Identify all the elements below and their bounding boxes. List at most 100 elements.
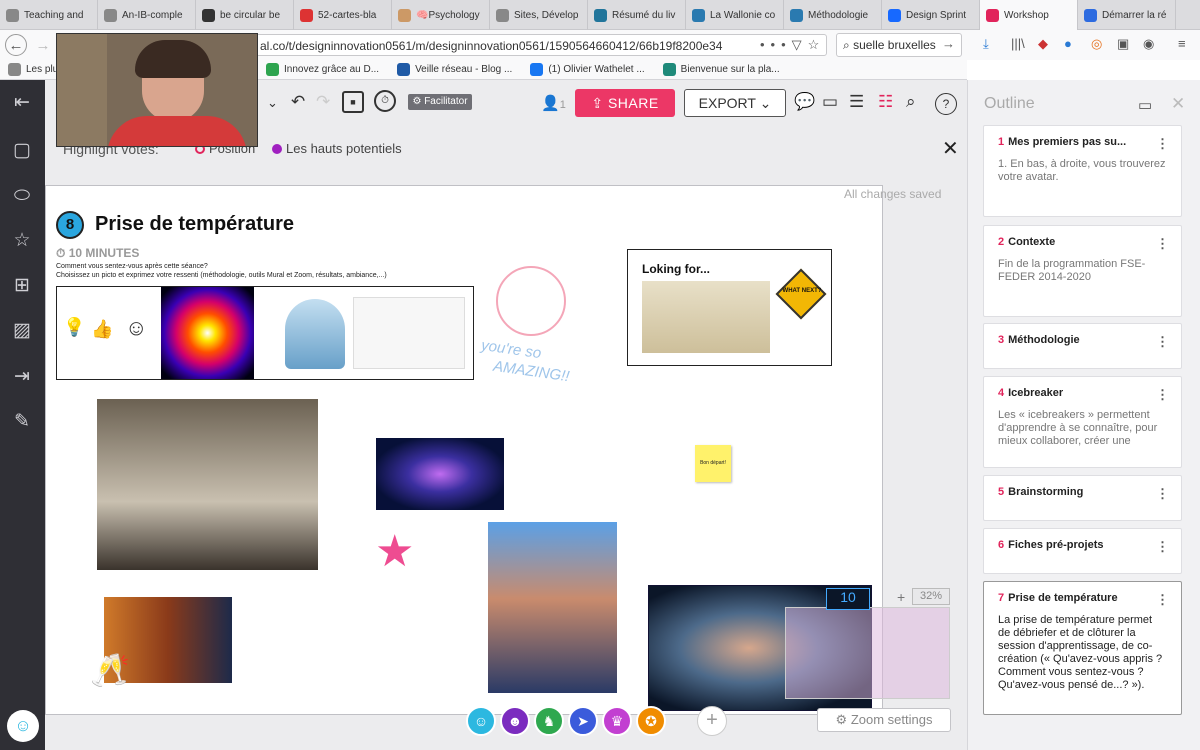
champagne-glasses-icon[interactable]: 🥂: [90, 651, 130, 689]
highlight-option-potentials[interactable]: Les hauts potentiels: [286, 141, 402, 156]
file-upload-icon[interactable]: ⇥: [11, 366, 33, 388]
minimap[interactable]: 10: [785, 588, 950, 699]
browser-tab[interactable]: Sites, Dévelop: [490, 0, 588, 30]
participant-avatar-icon[interactable]: ♞: [534, 706, 564, 736]
close-icon[interactable]: ✕: [942, 136, 959, 161]
smiley-icon[interactable]: ☺: [125, 315, 147, 341]
account-icon[interactable]: ◉: [1143, 36, 1154, 52]
help-icon[interactable]: ?: [935, 93, 957, 115]
frameworks-icon[interactable]: ⊞: [11, 275, 33, 297]
chevron-down-icon[interactable]: ⌄: [267, 95, 278, 111]
browser-tab[interactable]: Résumé du liv: [588, 0, 686, 30]
bookmark-item[interactable]: Innovez grâce au D...: [266, 63, 379, 76]
lightbulb-icon[interactable]: 💡: [63, 317, 85, 338]
url-bar[interactable]: al.co/t/designinnovation0561/m/designinn…: [255, 34, 827, 56]
workshop-drawing-image[interactable]: [353, 297, 465, 369]
outline-item[interactable]: 5 Brainstorming ⋮: [983, 475, 1182, 521]
browser-tab[interactable]: Design Sprint: [882, 0, 980, 30]
excited-man-photo[interactable]: [97, 399, 318, 570]
brain-image[interactable]: [376, 438, 504, 510]
more-options-icon[interactable]: ⋮: [1156, 387, 1169, 403]
share-button[interactable]: ⇪ SHARE: [575, 89, 675, 117]
select-area-icon[interactable]: ■: [342, 91, 364, 113]
browser-tab[interactable]: 🧠Psychology: [392, 0, 490, 30]
image-icon[interactable]: ▨: [11, 320, 33, 342]
browser-tab[interactable]: Teaching and: [0, 0, 98, 30]
amazing-drawing-image[interactable]: [496, 266, 566, 336]
back-arrow-icon[interactable]: ←: [5, 34, 27, 56]
binoculars-image[interactable]: [642, 281, 770, 353]
looking-for-card[interactable]: Loking for... WHAT NEXT?: [627, 249, 832, 366]
participant-avatar-icon[interactable]: ♛: [602, 706, 632, 736]
sticky-note[interactable]: Bon départ!: [695, 445, 731, 482]
browser-tab[interactable]: La Wallonie co: [686, 0, 784, 30]
redo-icon[interactable]: ↷: [316, 92, 330, 112]
thumbs-up-icon[interactable]: 👍: [91, 319, 113, 340]
timer-icon[interactable]: ⏱: [374, 90, 396, 112]
bookmark-item[interactable]: Bienvenue sur la pla...: [662, 63, 780, 76]
search-board-icon[interactable]: ⌕: [906, 92, 916, 112]
outline-item[interactable]: 2 Contexte ⋮ Fin de la programmation FSE-FE…: [983, 225, 1182, 317]
webcam-video-overlay[interactable]: [56, 33, 258, 147]
icons-star-icon[interactable]: ☆: [11, 230, 33, 252]
present-icon[interactable]: ▭: [1138, 96, 1152, 114]
more-options-icon[interactable]: ⋮: [1156, 539, 1169, 555]
undo-icon[interactable]: ↶: [291, 92, 305, 112]
zoom-settings-button[interactable]: ⚙ Zoom settings: [817, 708, 951, 732]
outline-icon[interactable]: ☷: [878, 92, 893, 112]
participant-avatar-icon[interactable]: ✪: [636, 706, 666, 736]
search-go-icon[interactable]: →: [942, 36, 955, 51]
star-icon[interactable]: ☆: [808, 37, 826, 52]
more-options-icon[interactable]: ⋮: [1156, 136, 1169, 152]
sidebar-icon[interactable]: ▣: [1117, 36, 1129, 52]
sticky-note-icon[interactable]: ▢: [11, 140, 33, 162]
pencil-icon[interactable]: ✎: [11, 411, 33, 433]
color-burst-image[interactable]: [161, 287, 254, 379]
shapes-icon[interactable]: ⬭: [11, 185, 33, 207]
participant-avatar-icon[interactable]: ➤: [568, 706, 598, 736]
more-options-icon[interactable]: ⋮: [1156, 592, 1169, 608]
extension-orange-icon[interactable]: ◎: [1091, 36, 1102, 52]
extension-icon[interactable]: ◆: [1038, 36, 1048, 52]
outline-item[interactable]: 7 Prise de température ⋮ La prise de tempér…: [983, 581, 1182, 715]
surprised-woman-photo[interactable]: [488, 522, 617, 693]
bookmark-item[interactable]: Veille réseau - Blog ...: [397, 63, 512, 76]
forward-arrow-icon[interactable]: →: [32, 34, 54, 56]
more-options-icon[interactable]: ⋮: [1156, 486, 1169, 502]
picto-strip[interactable]: 💡 👍 ☺: [56, 286, 474, 380]
browser-tab[interactable]: An-IB-comple: [98, 0, 196, 30]
more-options-icon[interactable]: ⋮: [1156, 236, 1169, 252]
outline-item[interactable]: 3 Méthodologie ⋮: [983, 323, 1182, 369]
outline-item[interactable]: 6 Fiches pré-projets ⋮: [983, 528, 1182, 574]
export-button[interactable]: EXPORT ⌄: [684, 89, 786, 117]
zoom-level[interactable]: 32%: [912, 588, 950, 605]
browser-tab[interactable]: be circular be: [196, 0, 294, 30]
pink-star-icon[interactable]: ★: [375, 530, 414, 574]
zoom-in-icon[interactable]: +: [897, 589, 905, 605]
mural-board[interactable]: 8 Prise de température ⏱ 10 MINUTES Comm…: [45, 185, 883, 715]
outline-item[interactable]: 4 Icebreaker ⋮ Les « icebreakers » permette…: [983, 376, 1182, 468]
browser-tab[interactable]: Démarrer la ré: [1078, 0, 1176, 30]
participant-avatar-icon[interactable]: ☻: [500, 706, 530, 736]
library-icon[interactable]: |||\: [1011, 36, 1025, 51]
exit-icon[interactable]: ⇤: [11, 92, 33, 114]
puzzle-people-image[interactable]: [285, 299, 345, 369]
browser-tab[interactable]: Workshop: [980, 0, 1078, 30]
bookmark-item[interactable]: (1) Olivier Wathelet ...: [530, 63, 645, 76]
more-dots-icon[interactable]: •••: [760, 37, 792, 52]
extension-blue-icon[interactable]: ●: [1064, 36, 1072, 51]
download-icon[interactable]: ⤓: [983, 36, 989, 52]
activity-icon[interactable]: ☰: [849, 92, 864, 112]
menu-icon[interactable]: ≡: [1178, 36, 1186, 51]
comments-icon[interactable]: 💬: [794, 92, 815, 112]
pocket-icon[interactable]: ▽: [792, 37, 808, 52]
chat-icon[interactable]: ▭: [822, 92, 838, 112]
browser-tab[interactable]: Méthodologie: [784, 0, 882, 30]
close-outline-icon[interactable]: ✕: [1171, 94, 1185, 114]
add-participant-button[interactable]: +: [697, 706, 727, 736]
more-options-icon[interactable]: ⋮: [1156, 334, 1169, 350]
participant-avatar-icon[interactable]: ☺: [466, 706, 496, 736]
facilitator-badge[interactable]: ⚙ Facilitator: [408, 94, 472, 110]
user-avatar-icon[interactable]: ☺: [7, 710, 39, 742]
outline-item[interactable]: 1 Mes premiers pas su... ⋮ 1. En bas, à dro…: [983, 125, 1182, 217]
